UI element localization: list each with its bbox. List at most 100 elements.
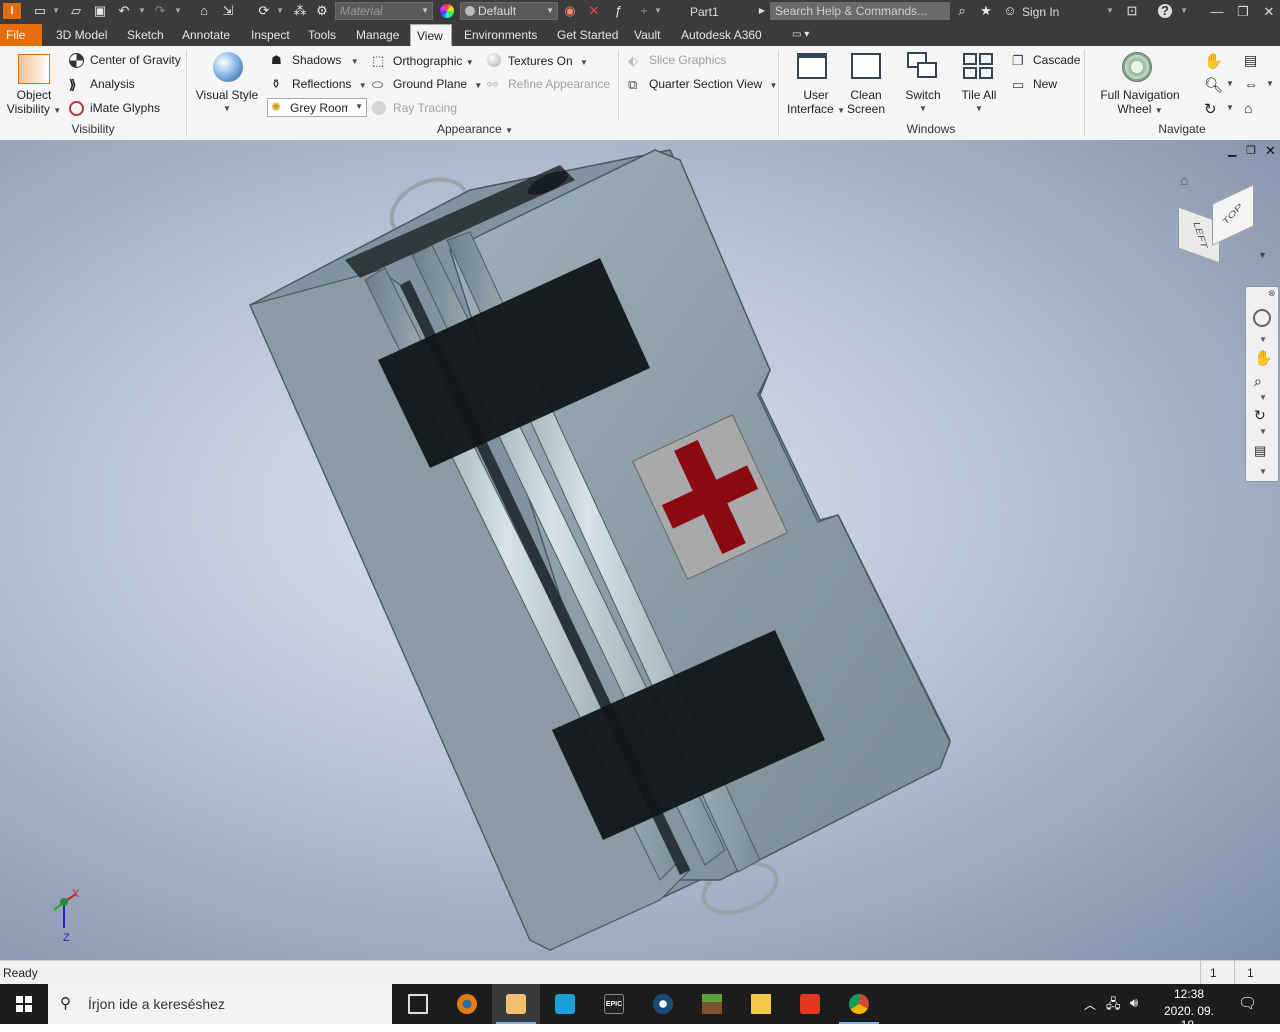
view-cube-top-face[interactable]: TOP	[1212, 184, 1254, 246]
zoom-icon[interactable]: 🔍︎	[1204, 76, 1223, 94]
clear-appearance-icon[interactable]: ✕	[586, 3, 602, 19]
app-logo-icon[interactable]: I	[3, 3, 21, 19]
zoom-icon[interactable]: ⌕	[1254, 373, 1262, 390]
show-hidden-icons-icon[interactable]: ︿	[1084, 996, 1096, 1013]
slice-graphics-button[interactable]: Slice Graphics	[649, 52, 726, 68]
tab-file[interactable]: File	[0, 24, 42, 46]
minimize-button[interactable]: —	[1204, 0, 1230, 24]
restore-button[interactable]: ❐	[1230, 0, 1256, 24]
clean-screen-button[interactable]: Clean Screen	[843, 88, 889, 116]
appearance-combo[interactable]: Default ▼	[460, 2, 558, 20]
taskbar-minecraft[interactable]	[688, 984, 736, 1024]
return-icon[interactable]: ⇲	[220, 3, 236, 19]
update-icon[interactable]: ⟳	[256, 3, 272, 19]
view-cube-menu-icon[interactable]: ▼	[1258, 250, 1267, 260]
ilogic-icon[interactable]: ⚙	[314, 3, 330, 19]
switch-button[interactable]: Switch ▼	[900, 88, 946, 116]
shadows-button[interactable]: Shadows ▼	[292, 52, 359, 70]
taskbar-search-box[interactable]: ⚲ Írjon ide a kereséshez	[48, 984, 392, 1024]
tab-environments[interactable]: Environments	[458, 24, 543, 46]
tab-annotate[interactable]: Annotate	[176, 24, 236, 46]
update-dropdown-icon[interactable]: ▼	[276, 3, 284, 19]
ground-plane-button[interactable]: Ground Plane ▼	[393, 76, 482, 94]
user-icon[interactable]: ☺	[1002, 3, 1018, 19]
tile-all-button[interactable]: Tile All ▼	[953, 88, 1005, 116]
full-navigation-wheel-button[interactable]: Full Navigation Wheel ▼	[1092, 88, 1188, 118]
help-dropdown-icon[interactable]: ▼	[1180, 3, 1188, 19]
chevron-down-icon[interactable]: ▼	[1259, 393, 1267, 402]
reflections-button[interactable]: Reflections ▼	[292, 76, 367, 94]
steering-wheel-icon[interactable]	[1253, 309, 1271, 327]
view-cube-home-icon[interactable]: ⌂	[1180, 172, 1188, 188]
open-icon[interactable]: ▱	[68, 3, 84, 19]
tab-autodesk-a360[interactable]: Autodesk A360	[675, 24, 768, 46]
tab-tools[interactable]: Tools	[302, 24, 342, 46]
undo-dropdown-icon[interactable]: ▼	[138, 3, 146, 19]
textures-on-button[interactable]: Textures On ▼	[508, 53, 588, 71]
tab-vault[interactable]: Vault	[628, 24, 666, 46]
visual-style-button[interactable]: Visual Style ▼	[194, 88, 260, 116]
pan-icon[interactable]: ✋	[1204, 52, 1223, 70]
tab-3d-model[interactable]: 3D Model	[50, 24, 113, 46]
tab-get-started[interactable]: Get Started	[551, 24, 624, 46]
taskbar-chrome[interactable]	[835, 984, 883, 1024]
taskbar-steam[interactable]	[639, 984, 687, 1024]
model-first-aid-case[interactable]	[0, 140, 1280, 960]
ribbon-options-icon[interactable]: ▭ ▾	[786, 24, 815, 46]
material-combo[interactable]: Material ▼	[335, 2, 433, 20]
select-icon[interactable]: ⁂	[292, 3, 308, 19]
zoom-dropdown-icon[interactable]: ▼	[1226, 79, 1242, 95]
taskbar-file-explorer[interactable]	[737, 984, 785, 1024]
undo-icon[interactable]: ↶	[116, 3, 132, 19]
lighting-style-combo[interactable]: ✺ Grey Room ▼	[267, 98, 367, 117]
measure-dropdown-icon[interactable]: ▼	[654, 3, 662, 19]
start-button[interactable]	[0, 984, 48, 1024]
network-icon[interactable]: 🖧︎	[1106, 995, 1121, 1017]
orbit-dropdown-icon[interactable]: ▼	[1226, 103, 1242, 119]
pan-icon[interactable]: ✋	[1254, 349, 1273, 367]
imate-glyphs-button[interactable]: iMate Glyphs	[90, 100, 160, 116]
ray-tracing-button[interactable]: Ray Tracing	[393, 100, 457, 116]
new-dropdown-icon[interactable]: ▼	[52, 3, 60, 19]
tab-sketch[interactable]: Sketch	[121, 24, 170, 46]
notifications-icon[interactable]: 🗨︎	[1238, 994, 1257, 1012]
taskbar-epic-games[interactable]: EPIC	[590, 984, 638, 1024]
view-dropdown-icon[interactable]: ▼	[1266, 79, 1280, 95]
object-visibility-button[interactable]: Object Visibility ▼	[6, 88, 62, 118]
tab-view[interactable]: View	[410, 24, 452, 46]
measure-icon[interactable]: +	[636, 3, 652, 19]
view-cube[interactable]: LEFT TOP	[1178, 184, 1256, 264]
look-at-icon[interactable]: ▤	[1254, 443, 1266, 459]
orthographic-button[interactable]: Orthographic ▼	[393, 53, 474, 71]
save-icon[interactable]: ▣	[92, 3, 108, 19]
redo-dropdown-icon[interactable]: ▼	[174, 3, 182, 19]
quarter-section-view-button[interactable]: Quarter Section View ▼	[649, 76, 777, 94]
color-wheel-icon[interactable]	[440, 4, 454, 18]
chevron-down-icon[interactable]: ▼	[1259, 335, 1267, 344]
appearance-icon[interactable]: ◉	[562, 3, 578, 19]
cascade-button[interactable]: Cascade	[1033, 52, 1080, 68]
orbit-icon[interactable]: ↻	[1204, 100, 1220, 118]
tab-manage[interactable]: Manage	[350, 24, 405, 46]
chevron-down-icon[interactable]: ▼	[1259, 467, 1267, 476]
sign-in-dropdown-icon[interactable]: ▼	[1106, 3, 1114, 19]
taskbar-blender[interactable]	[443, 984, 491, 1024]
chevron-down-icon[interactable]: ▼	[1259, 427, 1267, 436]
view-face-icon[interactable]: ⇔	[1244, 76, 1260, 92]
new-icon[interactable]: ▭	[32, 3, 48, 19]
title-expand-icon[interactable]: ▶	[758, 3, 766, 19]
volume-icon[interactable]: 🔊︎	[1130, 995, 1138, 1011]
navigation-bar-close-icon[interactable]: ⊗	[1268, 288, 1276, 299]
home-icon[interactable]: ⌂	[196, 3, 212, 19]
user-interface-button[interactable]: User Interface ▼	[786, 88, 846, 118]
home-view-icon[interactable]: ⌂	[1244, 100, 1260, 116]
center-of-gravity-button[interactable]: Center of Gravity	[90, 52, 181, 68]
sign-in-link[interactable]: Sign In	[1022, 0, 1059, 24]
orbit-icon[interactable]: ↻	[1254, 407, 1266, 424]
help-icon[interactable]: ?	[1158, 4, 1172, 18]
new-window-button[interactable]: New	[1033, 76, 1057, 92]
cart-icon[interactable]: ⊡	[1124, 3, 1140, 19]
graphics-viewport[interactable]: ▁ ❐ ✕ ⌂ LEFT TOP ▼ ⊗ ▼ ✋ ⌕ ▼ ↻ ▼ ▤ ▼ X Z	[0, 140, 1280, 960]
favorite-icon[interactable]: ★	[978, 3, 994, 19]
task-view-button[interactable]	[394, 984, 442, 1024]
